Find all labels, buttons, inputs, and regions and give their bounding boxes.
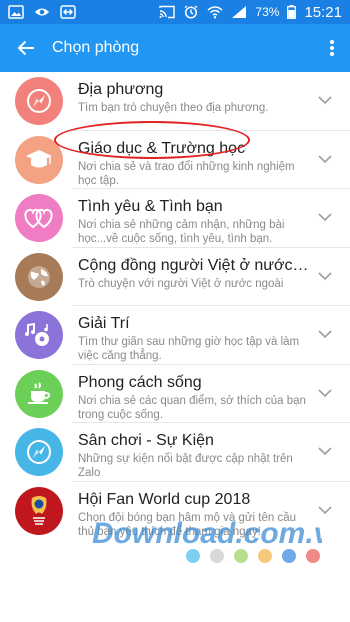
chevron-down-icon[interactable]: [317, 502, 333, 518]
room-list: Địa phương Tìm bạn trò chuyện theo địa ph…: [0, 72, 350, 540]
room-item[interactable]: Hội Fan World cup 2018 Chọn đội bóng bạn …: [0, 482, 350, 541]
room-name: Tình yêu & Tình bạn: [78, 198, 223, 215]
wifi-icon: [207, 6, 223, 19]
room-text: Phong cách sống Nơi chia sẻ các quan điểm…: [78, 373, 310, 422]
page-dot: [258, 549, 272, 563]
music-notes-icon: [23, 320, 55, 350]
page-indicator: [186, 549, 320, 563]
room-avatar: [15, 194, 63, 242]
page-dot: [234, 549, 248, 563]
world-cup-logo-icon: [26, 494, 52, 528]
status-left: [8, 5, 76, 19]
room-item[interactable]: Tình yêu & Tình bạn Nơi chia sẻ những cảm…: [0, 189, 350, 248]
hearts-icon: [23, 205, 55, 231]
room-avatar: [15, 77, 63, 125]
gallery-icon: [8, 5, 24, 19]
chevron-down-icon[interactable]: [317, 92, 333, 108]
page-dot: [306, 549, 320, 563]
room-description: Tìm bạn trò chuyện theo địa phương.: [78, 102, 269, 114]
eye-icon: [34, 8, 50, 16]
signal-icon: [232, 6, 247, 18]
graduation-cap-icon: [24, 147, 54, 173]
link-icon: [60, 5, 76, 19]
page-title: Chọn phòng: [52, 39, 140, 56]
room-item[interactable]: Giải Trí Tìm thư giãn sau những giờ học t…: [0, 306, 350, 365]
status-right: 73% 15:21: [159, 4, 342, 21]
chevron-down-icon[interactable]: [317, 443, 333, 459]
status-bar: 73% 15:21: [0, 0, 350, 24]
arrow-left-icon: [17, 40, 34, 56]
chevron-down-icon[interactable]: [317, 268, 333, 284]
room-item[interactable]: Địa phương Tìm bạn trò chuyện theo địa ph…: [0, 72, 350, 131]
battery-percent: 73%: [255, 5, 280, 19]
chevron-down-icon[interactable]: [317, 385, 333, 401]
room-name: Giáo dục & Trường học: [78, 139, 246, 157]
room-name: Phong cách sống: [78, 373, 202, 391]
room-avatar: [15, 311, 63, 359]
room-avatar: [15, 486, 63, 535]
room-description: Những sự kiện nổi bật được cập nhật trên…: [78, 453, 293, 479]
room-description: Nơi chia sẻ các quan điểm, sở thích của …: [78, 394, 306, 421]
room-text: Giáo dục & Trường học Nơi chia sẻ và trao…: [78, 139, 310, 188]
room-name: Sân chơi - Sự Kiện: [78, 432, 214, 449]
page-dot: [210, 549, 224, 563]
room-item[interactable]: Sân chơi - Sự Kiện Những sự kiện nổi bật …: [0, 423, 350, 482]
clock: 15:21: [304, 3, 342, 21]
room-name: Địa phương: [78, 81, 164, 98]
room-name: Giải Trí: [78, 315, 130, 332]
compass-icon: [25, 87, 53, 115]
room-text: Hội Fan World cup 2018 Chọn đội bóng bạn …: [78, 490, 310, 539]
battery-icon: [287, 5, 297, 19]
room-text: Sân chơi - Sự Kiện Những sự kiện nổi bật …: [78, 431, 310, 480]
page-dot: [282, 549, 296, 563]
compass-icon: [25, 438, 53, 466]
chevron-down-icon[interactable]: [317, 326, 333, 342]
room-text: Cộng đồng người Việt ở nước n... Trò chuy…: [78, 256, 310, 291]
globe-icon: [25, 263, 53, 291]
room-avatar: [15, 369, 63, 418]
more-vertical-icon: [330, 40, 334, 56]
room-name: Cộng đồng người Việt ở nước n...: [78, 256, 310, 274]
room-description: Chọn đội bóng bạn hâm mộ và gửi tên cầu …: [78, 511, 297, 538]
coffee-cup-icon: [24, 380, 54, 408]
chevron-down-icon[interactable]: [317, 209, 333, 225]
alarm-icon: [185, 5, 198, 19]
room-description: Nơi chia sẻ những cảm nhận, những bài họ…: [78, 219, 285, 245]
room-description: Nơi chia sẻ và trao đổi những kinh nghiệ…: [78, 160, 295, 187]
back-button[interactable]: [0, 24, 52, 72]
more-options-button[interactable]: [314, 24, 350, 72]
app-bar: Chọn phòng: [0, 24, 350, 72]
room-item[interactable]: Giáo dục & Trường học Nơi chia sẻ và trao…: [0, 131, 350, 189]
room-item[interactable]: Cộng đồng người Việt ở nước n... Trò chuy…: [0, 248, 350, 306]
room-item[interactable]: Phong cách sống Nơi chia sẻ các quan điểm…: [0, 365, 350, 423]
room-avatar: [15, 135, 63, 184]
room-description: Trò chuyện với người Việt ở nước ngoài: [78, 277, 284, 290]
room-text: Giải Trí Tìm thư giãn sau những giờ học t…: [78, 314, 310, 363]
room-description: Tìm thư giãn sau những giờ học tập và là…: [78, 336, 300, 362]
room-avatar: [15, 428, 63, 476]
room-text: Tình yêu & Tình bạn Nơi chia sẻ những cảm…: [78, 197, 310, 246]
cast-icon: [159, 5, 176, 19]
room-avatar: [15, 252, 63, 301]
room-name: Hội Fan World cup 2018: [78, 490, 251, 508]
chevron-down-icon[interactable]: [317, 151, 333, 167]
room-text: Địa phương Tìm bạn trò chuyện theo địa ph…: [78, 80, 310, 115]
page-dot: [186, 549, 200, 563]
